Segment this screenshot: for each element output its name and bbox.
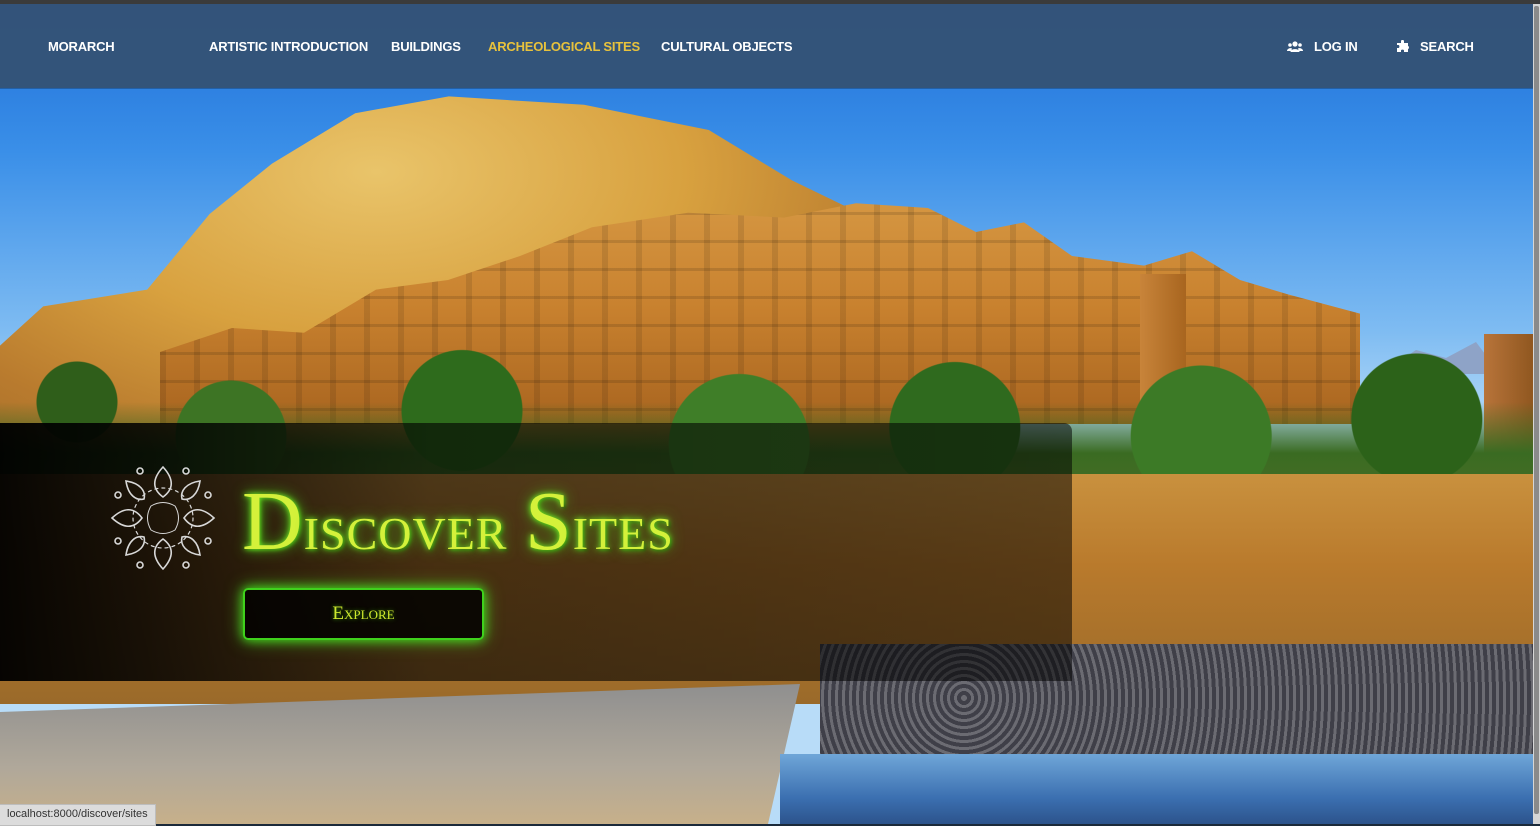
login-link[interactable]: LOG IN (1287, 39, 1358, 54)
hero-background-image (0, 4, 1540, 824)
scrollbar-thumb[interactable] (1534, 6, 1539, 814)
ornamental-emblem-icon (110, 465, 216, 571)
search-link[interactable]: SEARCH (1397, 39, 1474, 54)
river-water (780, 754, 1540, 824)
title-letter-d: D (242, 475, 304, 568)
status-bar-url: localhost:8000/discover/sites (0, 804, 156, 826)
brand-link[interactable]: MORARCH (48, 39, 115, 54)
title-part-1: iscover (303, 491, 525, 564)
login-label: LOG IN (1314, 39, 1358, 54)
window-top-edge (0, 0, 1540, 4)
nav-link-artistic-introduction[interactable]: ARTISTIC INTRODUCTION (209, 39, 368, 54)
main-navbar: MORARCH ARTISTIC INTRODUCTION BUILDINGS … (0, 4, 1540, 88)
search-label: SEARCH (1420, 39, 1474, 54)
nav-link-buildings[interactable]: BUILDINGS (391, 39, 461, 54)
nav-link-cultural-objects[interactable]: CULTURAL OBJECTS (661, 39, 793, 54)
nav-link-archeological-sites[interactable]: ARCHEOLOGICAL SITES (488, 39, 640, 54)
title-part-2: ites (572, 491, 674, 564)
hero-title: Discover Sites (242, 477, 674, 573)
puzzle-icon (1397, 40, 1409, 52)
explore-button[interactable]: Explore (243, 588, 484, 640)
users-icon (1287, 41, 1303, 52)
title-letter-s: S (524, 475, 573, 568)
